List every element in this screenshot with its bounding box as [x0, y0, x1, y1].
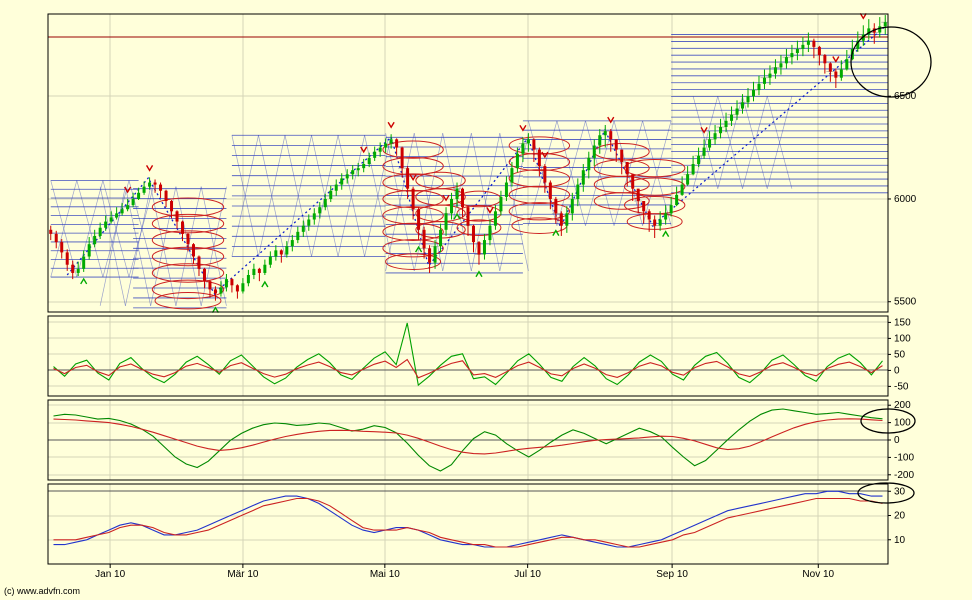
svg-text:20: 20	[894, 511, 906, 522]
svg-text:100: 100	[894, 333, 911, 344]
svg-text:50: 50	[894, 349, 906, 360]
svg-text:100: 100	[894, 418, 911, 429]
svg-text:-100: -100	[894, 452, 914, 463]
svg-text:0: 0	[894, 365, 900, 376]
svg-text:Sep 10: Sep 10	[656, 569, 688, 580]
svg-text:0: 0	[894, 435, 900, 446]
svg-text:10: 10	[894, 535, 906, 546]
svg-text:30: 30	[894, 486, 906, 497]
chart-background	[0, 0, 972, 600]
svg-text:Mär 10: Mär 10	[227, 569, 259, 580]
svg-text:-200: -200	[894, 470, 914, 481]
svg-text:-50: -50	[894, 381, 909, 392]
svg-text:Nov 10: Nov 10	[802, 569, 834, 580]
svg-text:150: 150	[894, 317, 911, 328]
svg-text:Jan 10: Jan 10	[95, 569, 125, 580]
svg-text:5500: 5500	[894, 297, 917, 308]
price-chart-svg: 650060005500150100500-502001000-100-2003…	[0, 0, 972, 600]
svg-text:Jul 10: Jul 10	[514, 569, 541, 580]
svg-text:6000: 6000	[894, 194, 917, 205]
copyright-text: (c) www.advfn.com	[4, 586, 80, 596]
chart-page: DBI:DAX 650060005500150100500-502001000-…	[0, 0, 972, 600]
svg-text:Mai 10: Mai 10	[370, 569, 400, 580]
